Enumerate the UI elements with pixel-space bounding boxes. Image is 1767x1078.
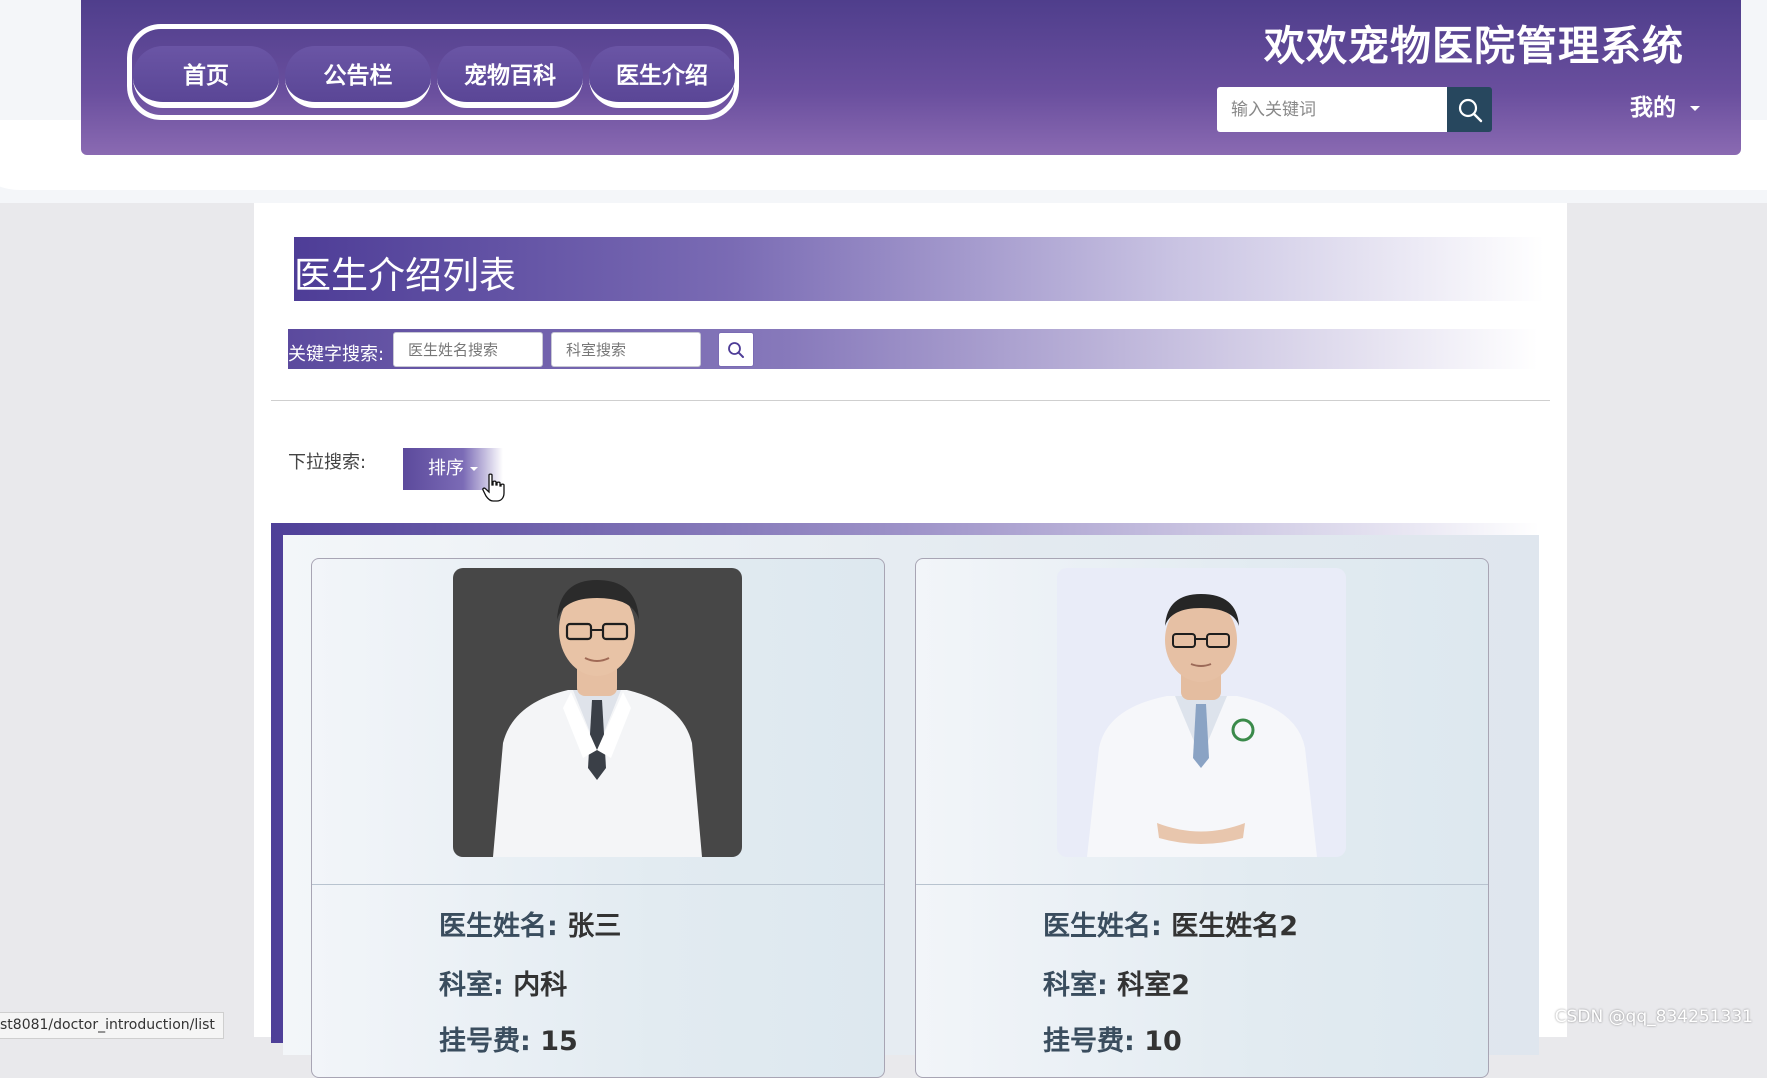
department-search-input[interactable] xyxy=(551,332,701,367)
doctor-dept-label: 科室: xyxy=(1043,970,1108,1001)
page-title-bar: 医生介绍列表 xyxy=(294,237,1544,301)
header-search-input[interactable] xyxy=(1217,87,1447,132)
search-icon xyxy=(728,341,744,358)
doctor-dept-line: 科室: 内科 xyxy=(439,963,567,1002)
nav-home[interactable]: 首页 xyxy=(133,46,279,108)
doctor-name: 张三 xyxy=(567,911,622,942)
user-menu-label: 我的 xyxy=(1630,95,1676,121)
page-title: 医生介绍列表 xyxy=(294,254,516,297)
card-divider xyxy=(916,884,1488,885)
nav-doctor-intro[interactable]: 医生介绍 xyxy=(589,46,735,108)
doctor-name-line: 医生姓名: 张三 xyxy=(439,904,621,943)
doctor-list-frame: 医生姓名: 张三 科室: 内科 挂号费: 15 医生姓名: 医生姓名2 科室: … xyxy=(271,523,1539,1078)
watermark: CSDN @qq_834251331 xyxy=(1554,1007,1753,1027)
doctor-fee-label: 挂号费: xyxy=(1043,1026,1135,1057)
doctor-name-search-input[interactable] xyxy=(393,332,543,367)
card-divider xyxy=(312,884,884,885)
keyword-filter-bar: 关键字搜索: xyxy=(288,329,1538,369)
doctor-list: 医生姓名: 张三 科室: 内科 挂号费: 15 医生姓名: 医生姓名2 科室: … xyxy=(283,535,1539,1078)
doctor-fee: 15 xyxy=(540,1026,578,1057)
doctor-name-label: 医生姓名: xyxy=(1043,911,1162,942)
doctor-dept-label: 科室: xyxy=(439,970,504,1001)
main-content: 医生介绍列表 关键字搜索: 下拉搜索: 排序 xyxy=(254,203,1567,1078)
pointer-cursor-icon xyxy=(482,473,505,502)
main-nav: 首页 公告栏 宠物百科 医生介绍 xyxy=(127,24,741,120)
site-header: 首页 公告栏 宠物百科 医生介绍 欢欢宠物医院管理系统 xyxy=(81,0,1741,155)
chevron-down-icon xyxy=(470,467,478,471)
user-menu[interactable]: 我的 xyxy=(1630,88,1700,122)
search-icon xyxy=(1458,98,1482,122)
doctor-dept-line: 科室: 科室2 xyxy=(1043,963,1190,1002)
header-search-button[interactable] xyxy=(1447,87,1492,132)
doctor-card[interactable]: 医生姓名: 张三 科室: 内科 挂号费: 15 xyxy=(311,558,885,1078)
doctor-name-line: 医生姓名: 医生姓名2 xyxy=(1043,904,1298,943)
status-bar-url: st8081/doctor_introduction/list xyxy=(0,1012,224,1039)
doctor-fee-line: 挂号费: 15 xyxy=(439,1019,578,1058)
doctor-dept: 科室2 xyxy=(1117,970,1191,1001)
nav-pet-encyclopedia[interactable]: 宠物百科 xyxy=(437,46,583,108)
filter-search-button[interactable] xyxy=(718,332,754,367)
doctor-dept: 内科 xyxy=(513,970,568,1001)
doctor-name-label: 医生姓名: xyxy=(439,911,558,942)
doctor-photo xyxy=(453,568,742,857)
doctor-name: 医生姓名2 xyxy=(1171,911,1299,942)
doctor-fee-line: 挂号费: 10 xyxy=(1043,1019,1182,1058)
nav-announcements[interactable]: 公告栏 xyxy=(285,46,431,108)
chevron-down-icon xyxy=(1690,106,1700,111)
doctor-photo xyxy=(1057,568,1346,857)
dropdown-search-label: 下拉搜索: xyxy=(288,452,367,473)
site-title: 欢欢宠物医院管理系统 xyxy=(1264,22,1684,70)
filter-label: 关键字搜索: xyxy=(288,344,385,365)
doctor-card[interactable]: 医生姓名: 医生姓名2 科室: 科室2 挂号费: 10 xyxy=(915,558,1489,1078)
doctor-fee-label: 挂号费: xyxy=(439,1026,531,1057)
divider xyxy=(271,400,1550,401)
sort-label: 排序 xyxy=(428,458,464,479)
doctor-fee: 10 xyxy=(1144,1026,1182,1057)
